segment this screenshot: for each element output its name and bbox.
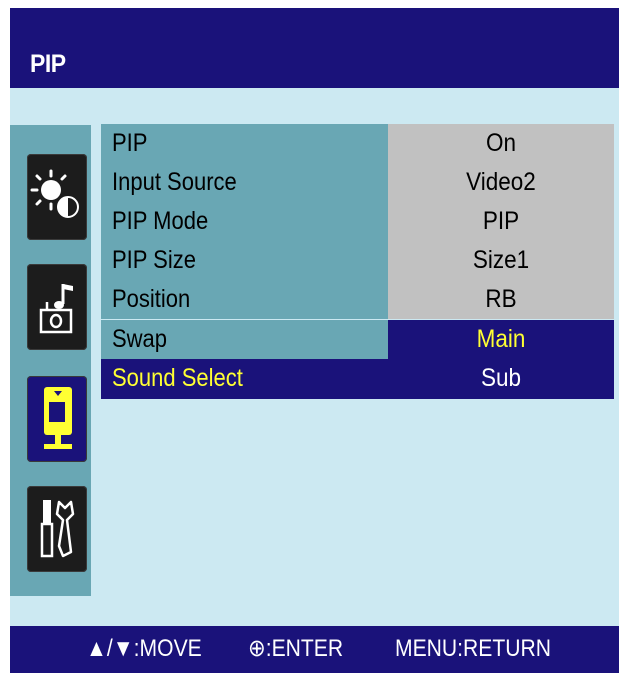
menu-row-position[interactable]: Position RB	[101, 280, 614, 319]
menu-row-label: Input Source	[101, 163, 388, 202]
menu-row-label: Position	[101, 280, 388, 319]
sound-settings-icon[interactable]	[27, 264, 87, 350]
category-sidebar	[10, 125, 91, 596]
picture-settings-icon[interactable]	[27, 154, 87, 240]
menu-row-pip-size[interactable]: PIP Size Size1	[101, 241, 614, 280]
menu-row-value[interactable]: Main	[388, 320, 614, 359]
footer-hints: ▲/▼:MOVE ⊕:ENTER MENU:RETURN	[10, 626, 619, 673]
pip-menu-panel: PIP On Input Source Video2 PIP Mode PIP …	[101, 124, 614, 404]
menu-row-input-source[interactable]: Input Source Video2	[101, 163, 614, 202]
menu-row-value[interactable]: Video2	[388, 163, 614, 202]
menu-row-sound-select[interactable]: Sound Select Sub	[101, 359, 614, 399]
menu-row-value[interactable]: On	[388, 124, 614, 163]
menu-row-value[interactable]: Sub	[388, 359, 614, 399]
menu-row-pip[interactable]: PIP On	[101, 124, 614, 163]
menu-row-swap[interactable]: Swap Main	[101, 320, 614, 359]
menu-row-label: PIP Mode	[101, 202, 388, 241]
menu-row-value[interactable]: Size1	[388, 241, 614, 280]
menu-row-label: Swap	[101, 320, 388, 359]
menu-row-value[interactable]: PIP	[388, 202, 614, 241]
menu-row-label: PIP Size	[101, 241, 388, 280]
move-hint: ▲/▼:MOVE	[86, 635, 202, 662]
page-title: PIP	[30, 50, 66, 78]
osd-menu: PIP PIP On Input Source Video2 PIP Mode …	[10, 8, 619, 673]
return-hint: MENU:RETURN	[395, 635, 552, 662]
enter-hint: ⊕:ENTER	[248, 635, 344, 662]
menu-row-value[interactable]: RB	[388, 280, 614, 319]
menu-row-pip-mode[interactable]: PIP Mode PIP	[101, 202, 614, 241]
setup-tools-icon[interactable]	[27, 486, 87, 572]
menu-row-label: Sound Select	[101, 359, 388, 399]
title-bar: PIP	[10, 8, 619, 88]
pip-settings-icon[interactable]	[27, 376, 87, 462]
menu-row-label: PIP	[101, 124, 388, 163]
